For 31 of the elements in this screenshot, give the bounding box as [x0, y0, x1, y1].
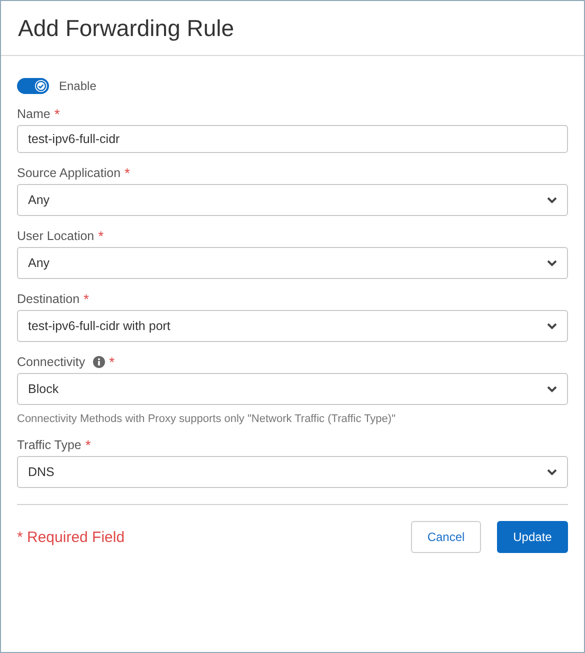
chevron-down-icon [547, 468, 557, 476]
cancel-button[interactable]: Cancel [411, 521, 481, 553]
dialog-title: Add Forwarding Rule [18, 14, 234, 42]
field-label: User Location [17, 229, 94, 243]
update-button[interactable]: Update [497, 521, 568, 553]
required-mark: * [54, 107, 60, 121]
required-mark: * [109, 355, 115, 369]
field-label: Name [17, 107, 50, 121]
field-label: Source Application [17, 166, 121, 180]
check-icon [35, 80, 47, 92]
dropdown[interactable]: test-ipv6-full-cidr with port [17, 310, 568, 342]
enable-toggle[interactable] [17, 78, 49, 94]
dropdown[interactable]: Block [17, 373, 568, 405]
field-label: Destination [17, 292, 80, 306]
field-label: Traffic Type [17, 438, 82, 452]
required-mark: * [84, 292, 89, 306]
required-mark: * [124, 166, 130, 180]
field-label: Connectivity [17, 355, 86, 369]
dropdown[interactable]: Any [17, 184, 568, 216]
chevron-down-icon [547, 386, 557, 392]
chevron-down-icon [547, 322, 557, 330]
chevron-down-icon [547, 196, 557, 204]
dropdown[interactable]: DNS [17, 456, 568, 488]
required-field-note: * Required Field [17, 528, 126, 546]
dropdown[interactable]: Any [17, 247, 568, 279]
required-mark: * [85, 438, 91, 452]
required-mark: * [98, 229, 104, 243]
input-field[interactable]: test-ipv6-full-cidr [17, 125, 568, 153]
chevron-down-icon [547, 260, 557, 266]
help-text: Connectivity Methods with Proxy supports only "Network Traffic (Traffic Type)" [17, 413, 396, 425]
toggle-label: Enable [59, 79, 96, 93]
